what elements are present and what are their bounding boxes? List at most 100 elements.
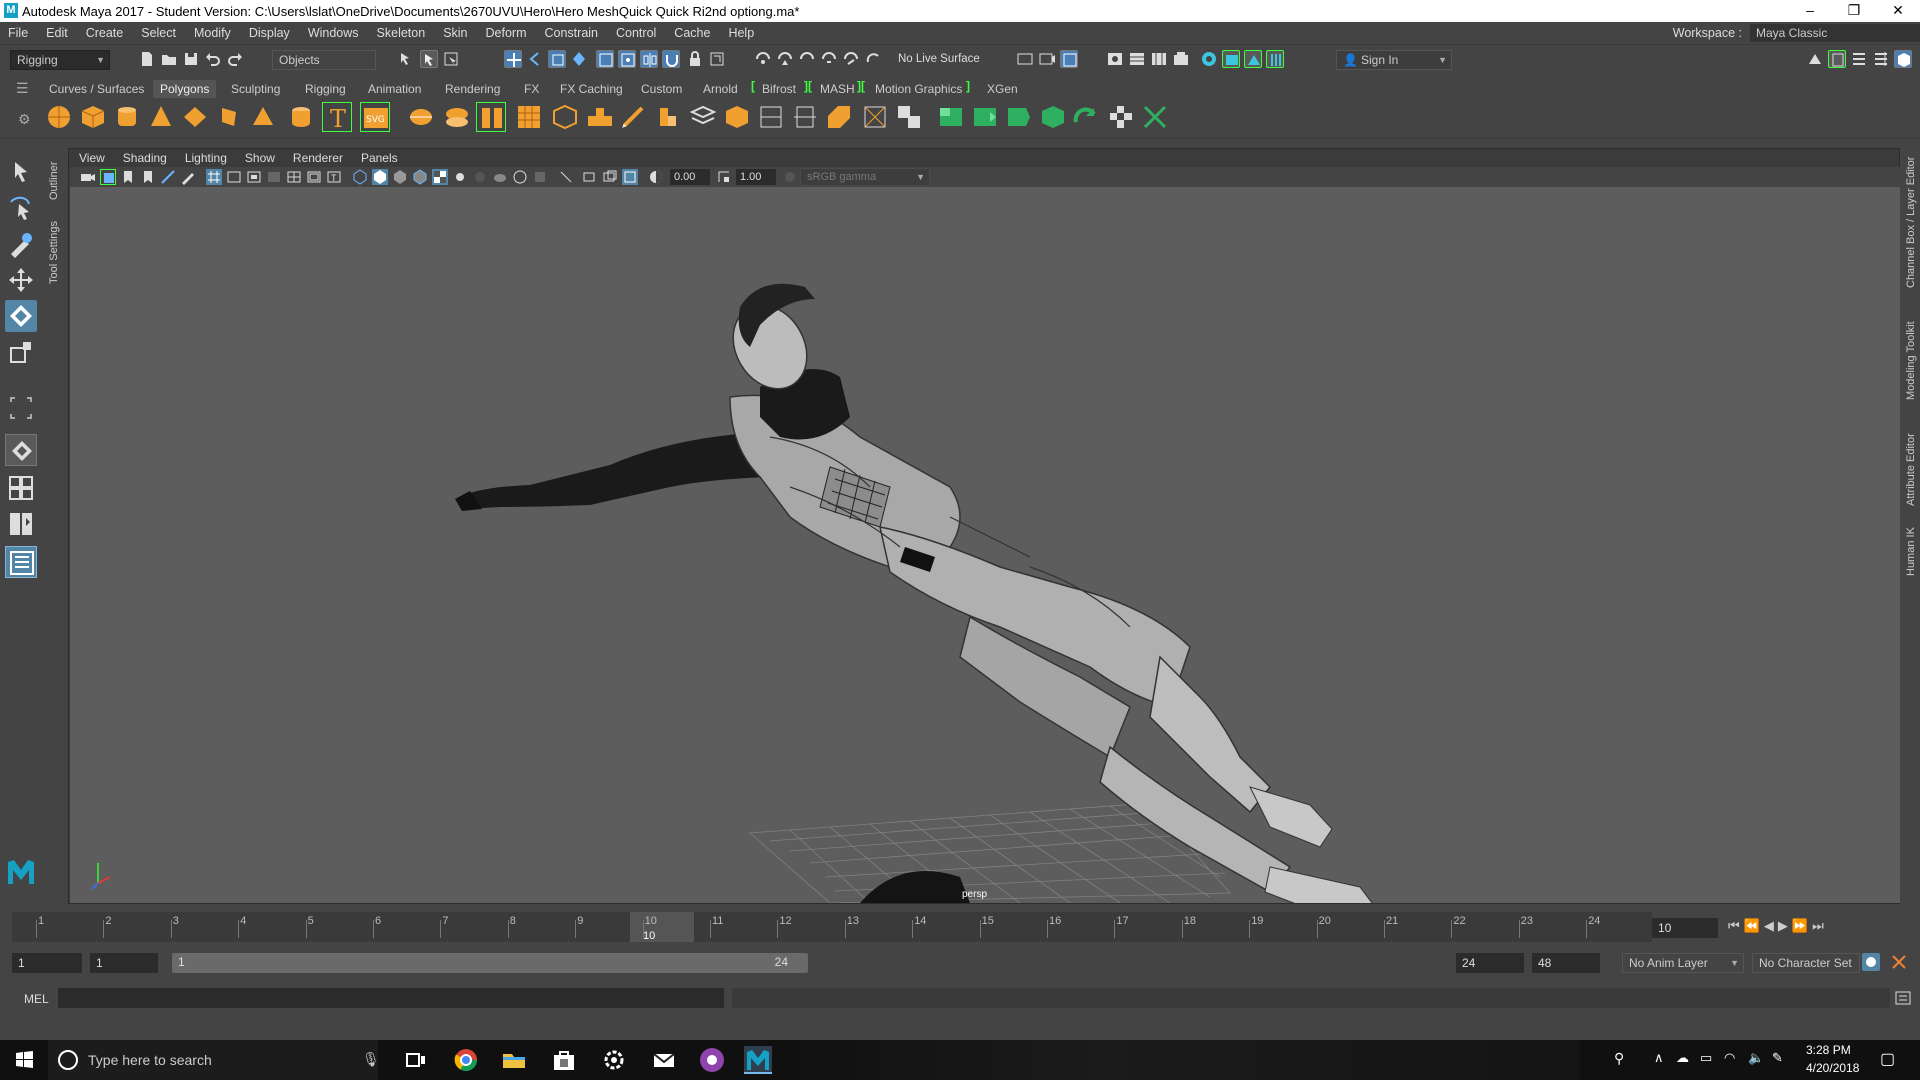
live-surface-label[interactable]: No Live Surface: [898, 53, 980, 65]
snap-together-icon[interactable]: [842, 50, 860, 68]
fill-hole-icon[interactable]: [860, 102, 890, 132]
camera-select-icon[interactable]: [80, 169, 96, 185]
light-editor-icon[interactable]: [1150, 50, 1168, 68]
range-slider-bar[interactable]: 1 24: [172, 953, 808, 973]
snap-curve-icon[interactable]: [526, 50, 544, 68]
tab-rigging[interactable]: Rigging: [298, 80, 353, 98]
poly-cube-icon[interactable]: [78, 102, 108, 132]
select-component-icon[interactable]: [442, 50, 460, 68]
output-ops-icon[interactable]: [776, 50, 794, 68]
tab-fx-caching[interactable]: FX Caching: [553, 80, 630, 98]
playback-start-field[interactable]: 1: [90, 953, 158, 973]
tab-custom[interactable]: Custom: [634, 80, 689, 98]
outliner-layout-icon[interactable]: [5, 546, 37, 578]
uv-planar-icon[interactable]: [936, 102, 966, 132]
menu-windows[interactable]: Windows: [300, 26, 369, 40]
shelf-menu-icon[interactable]: ☰: [16, 80, 29, 97]
xray-icon[interactable]: [558, 169, 574, 185]
poly-sphere-icon[interactable]: [44, 102, 74, 132]
viewport-menu-shading[interactable]: Shading: [114, 151, 176, 165]
color-management-icon[interactable]: [782, 169, 798, 185]
settings-gear-icon[interactable]: [600, 1046, 628, 1074]
pen-icon[interactable]: ✎: [1772, 1050, 1783, 1066]
playback-controls[interactable]: ⏮⏪◀▶⏩⏭: [1728, 918, 1828, 934]
viewport-menu-show[interactable]: Show: [236, 151, 284, 165]
menu-skin[interactable]: Skin: [435, 26, 477, 40]
people-icon[interactable]: ⚲: [1614, 1050, 1624, 1067]
tab-sculpting[interactable]: Sculpting: [224, 80, 287, 98]
motion-blur-icon[interactable]: [532, 169, 548, 185]
wireframe-on-shaded-icon[interactable]: [412, 169, 428, 185]
poly-svg-icon[interactable]: SVG: [360, 102, 390, 132]
shelf-settings-icon[interactable]: ⚙: [18, 111, 31, 128]
tab-arnold[interactable]: Arnold: [696, 80, 745, 98]
image-plane-icon[interactable]: [140, 169, 156, 185]
character-set-dropdown[interactable]: No Character Set: [1752, 953, 1860, 973]
render-current-icon[interactable]: [820, 50, 838, 68]
toggle-channel-box-icon[interactable]: [1872, 50, 1890, 68]
last-tool-icon[interactable]: [5, 392, 37, 424]
clock-time[interactable]: 3:28 PM: [1806, 1043, 1851, 1057]
maya-taskbar-icon[interactable]: [744, 1046, 772, 1074]
hud-icon[interactable]: [622, 169, 638, 185]
resolution-gate-icon[interactable]: [246, 169, 262, 185]
auto-key-icon[interactable]: [1862, 953, 1880, 971]
insert-edge-loop-icon[interactable]: [790, 102, 820, 132]
poly-cylinder-icon[interactable]: [112, 102, 142, 132]
isolate-icon[interactable]: [492, 169, 508, 185]
file-explorer-icon[interactable]: [500, 1046, 528, 1074]
color-space-dropdown[interactable]: sRGB gamma ▼: [800, 168, 930, 186]
anim-layer-dropdown[interactable]: No Anim Layer ▼: [1622, 953, 1744, 973]
windows-start-icon[interactable]: [10, 1046, 38, 1074]
bookmarks-icon[interactable]: [120, 169, 136, 185]
multi-cut-icon[interactable]: [688, 102, 718, 132]
microphone-icon[interactable]: 🎙: [362, 1051, 380, 1068]
merge-icon[interactable]: [722, 102, 752, 132]
tab-motion-graphics[interactable]: Motion Graphics: [868, 80, 969, 98]
toggle-attribute-editor-icon[interactable]: [1828, 50, 1846, 68]
menu-select[interactable]: Select: [133, 26, 186, 40]
close-button[interactable]: ✕: [1876, 0, 1920, 22]
ipr-render-icon[interactable]: [1060, 50, 1078, 68]
render-frame-icon[interactable]: [1038, 50, 1056, 68]
script-editor-icon[interactable]: [1894, 989, 1912, 1007]
uv-unfold-icon[interactable]: [1072, 102, 1102, 132]
toggle-modeling-toolkit-icon[interactable]: [1806, 50, 1824, 68]
mel-input[interactable]: [58, 988, 724, 1008]
arnold-ipr-icon[interactable]: [1222, 50, 1240, 68]
chrome-icon[interactable]: [452, 1046, 480, 1074]
persp-outliner-icon[interactable]: [5, 508, 37, 540]
arnold-teapot-icon[interactable]: [1244, 50, 1262, 68]
grid-toggle-icon[interactable]: [206, 169, 222, 185]
use-all-lights-icon[interactable]: [452, 169, 468, 185]
menu-help[interactable]: Help: [720, 26, 764, 40]
mel-label[interactable]: MEL: [24, 992, 49, 1006]
safe-title-icon[interactable]: T: [326, 169, 342, 185]
snap-view-plane-icon[interactable]: [570, 50, 588, 68]
bevel-icon[interactable]: [652, 102, 682, 132]
poly-plane-icon[interactable]: [180, 102, 210, 132]
menu-constrain[interactable]: Constrain: [537, 26, 609, 40]
paint-select-tool-icon[interactable]: [5, 228, 37, 260]
select-hierarchy-icon[interactable]: [398, 50, 416, 68]
workspace-dropdown[interactable]: Maya Classic: [1750, 24, 1920, 42]
append-polygon-icon[interactable]: [824, 102, 854, 132]
move-tool-icon[interactable]: [5, 264, 37, 296]
tab-rendering[interactable]: Rendering: [438, 80, 507, 98]
tab-bifrost[interactable]: Bifrost: [755, 80, 803, 98]
animation-end-field[interactable]: 48: [1532, 953, 1600, 973]
outliner-tab[interactable]: Outliner: [48, 161, 60, 200]
toggle-outliner-icon[interactable]: [1894, 50, 1912, 68]
current-frame-marker[interactable]: [630, 912, 694, 942]
poly-cone-icon[interactable]: [146, 102, 176, 132]
render-settings-icon[interactable]: [1106, 50, 1124, 68]
film-gate-icon[interactable]: [226, 169, 242, 185]
snap-grid-icon[interactable]: [504, 50, 522, 68]
default-material-icon[interactable]: [392, 169, 408, 185]
toggle-tool-settings-icon[interactable]: [1850, 50, 1868, 68]
combine-icon[interactable]: [406, 102, 436, 132]
uv-automatic-icon[interactable]: [1038, 102, 1068, 132]
grease-pencil-icon[interactable]: [180, 169, 196, 185]
menu-control[interactable]: Control: [608, 26, 666, 40]
onedrive-icon[interactable]: ☁: [1676, 1050, 1689, 1066]
